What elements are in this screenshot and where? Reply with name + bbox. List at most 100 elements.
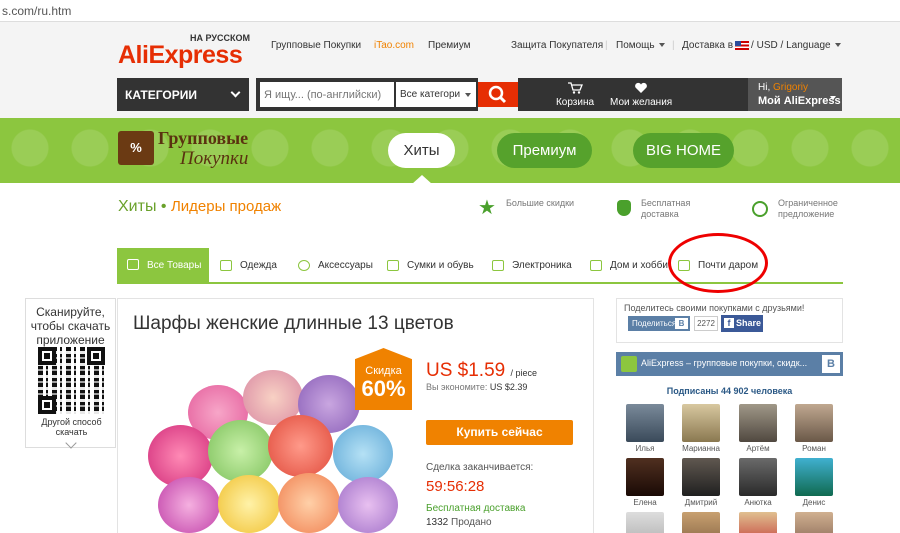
member-avatar[interactable] [795, 512, 833, 533]
cart-icon [568, 82, 583, 94]
search-category-select[interactable]: Все категори [396, 82, 476, 107]
search-input[interactable] [260, 82, 394, 107]
divider: | [672, 40, 675, 51]
tab-electronics[interactable]: Электроника [492, 248, 572, 282]
facebook-share-button[interactable]: f Share [721, 315, 763, 332]
qr-code-image[interactable] [38, 347, 105, 414]
vk-icon: В [675, 318, 688, 329]
nav-premium[interactable]: Премиум [428, 40, 471, 51]
member-name: Марианна [682, 444, 720, 453]
clock-icon [752, 201, 768, 217]
subscriber-count: Подписаны 44 902 человека [666, 386, 793, 396]
member-photo [682, 512, 720, 533]
vk-share-button[interactable]: Поделиться В [628, 316, 690, 331]
chevron-down-icon[interactable] [65, 437, 77, 449]
scarf-swirl [208, 420, 273, 482]
vk-share-label: Поделиться [632, 319, 677, 328]
countdown-timer: 59:56:28 [426, 478, 485, 495]
vk-group-header[interactable]: AliExpress – групповые покупки, скидк...… [616, 352, 843, 376]
logo-line-2: Покупки [180, 148, 249, 169]
divider: | [605, 40, 608, 51]
user-greeting: Hi, Grigoriy [758, 82, 842, 93]
member-avatar[interactable] [739, 512, 777, 533]
categories-button[interactable]: КАТЕГОРИИ [117, 78, 249, 111]
savings-label: Вы экономите: [426, 382, 488, 392]
us-flag-icon [735, 40, 750, 50]
delivery-label: Доставка в [682, 40, 734, 51]
tab-home-hobby[interactable]: Дом и хобби [590, 248, 668, 282]
tab-big-home[interactable]: BIG HOME [633, 133, 734, 168]
cart-button[interactable]: Корзина [552, 82, 598, 108]
currency-label: USD [756, 40, 778, 51]
buy-now-button[interactable]: Купить сейчас [426, 420, 573, 445]
wishlist-label: Мои желания [610, 97, 673, 108]
member-avatar[interactable]: Денис [795, 458, 833, 507]
help-label: Помощь [616, 40, 655, 51]
search-button[interactable] [478, 82, 518, 107]
alternate-download-link[interactable]: Другой способ скачать [26, 417, 117, 437]
member-photo [739, 458, 777, 496]
scarf-swirl [278, 473, 340, 533]
logo-text: AliExpress [118, 41, 243, 69]
facebook-share-label: Share [736, 318, 762, 328]
nav-group-buying[interactable]: Групповые Покупки [271, 40, 361, 51]
tab-clothing[interactable]: Одежда [220, 248, 277, 282]
tab-bags-shoes[interactable]: Сумки и обувь [387, 248, 474, 282]
member-avatar[interactable]: Артём [739, 404, 777, 453]
qr-finder [87, 347, 105, 365]
qr-title: Сканируйте, чтобы скачать приложение [30, 305, 111, 347]
member-avatar[interactable]: Дмитрий [682, 458, 720, 507]
tab-label: Все Товары [147, 260, 202, 271]
qr-finder [38, 347, 56, 365]
tab-accessories[interactable]: Аксессуары [298, 248, 373, 282]
sofa-icon [590, 260, 602, 271]
member-name: Илья [635, 444, 655, 453]
member-photo [739, 404, 777, 442]
tab-hits[interactable]: Хиты [388, 133, 455, 168]
member-avatar[interactable]: Елена [626, 458, 664, 507]
cart-label: Корзина [555, 97, 595, 108]
monitor-icon [492, 260, 504, 271]
member-avatar[interactable]: Анютка [739, 458, 777, 507]
chevron-down-icon [658, 43, 665, 48]
member-avatar[interactable]: Марианна [682, 404, 720, 453]
member-avatar[interactable]: Илья [626, 404, 664, 453]
tab-label: Сумки и обувь [407, 260, 474, 272]
nav-itao[interactable]: iTao.com [374, 40, 414, 51]
help-menu[interactable]: Помощь [616, 40, 665, 51]
vk-icon: В [822, 355, 840, 373]
feature-free-shipping: Бесплатная доставка [641, 198, 691, 219]
tab-all-products[interactable]: Все Товары [117, 248, 209, 282]
scarf-swirl [218, 475, 280, 533]
heart-icon [635, 82, 647, 93]
product-title[interactable]: Шарфы женские длинные 13 цветов [133, 313, 454, 335]
user-account-menu[interactable]: Hi, Grigoriy Мой AliExpress [748, 78, 842, 111]
feature-big-discounts: Большие скидки [506, 198, 575, 208]
group-avatar-icon [621, 356, 637, 372]
free-shipping-label: Бесплатная доставка [426, 503, 526, 514]
buyer-protection-link[interactable]: Защита Покупателя [511, 40, 603, 51]
shirt-icon [220, 260, 232, 271]
wishlist-button[interactable]: Мои желания [610, 82, 672, 108]
leaders-link[interactable]: Лидеры продаж [171, 198, 281, 215]
member-avatar[interactable]: Роман [795, 404, 833, 453]
address-bar[interactable]: s.com/ru.htm [0, 0, 900, 22]
member-photo [626, 512, 664, 533]
sold-label: Продано [451, 517, 492, 528]
tab-premium[interactable]: Премиум [497, 133, 592, 168]
member-name: Елена [633, 498, 657, 507]
user-name: Grigoriy [773, 82, 809, 93]
separator-dot: • [160, 198, 171, 215]
member-photo [682, 404, 720, 442]
tab-label: Электроника [512, 260, 572, 272]
discount-value: 60% [361, 376, 406, 401]
scarf-swirl [338, 477, 398, 533]
member-name: Денис [802, 498, 826, 507]
member-avatar[interactable] [682, 512, 720, 533]
scarf-swirl [333, 425, 393, 483]
member-name: Анютка [744, 498, 772, 507]
star-icon: ★ [478, 197, 496, 219]
section-title[interactable]: Хиты [118, 198, 156, 215]
delivery-menu[interactable]: Доставка в / USD / Language [682, 40, 841, 51]
member-avatar[interactable] [626, 512, 664, 533]
